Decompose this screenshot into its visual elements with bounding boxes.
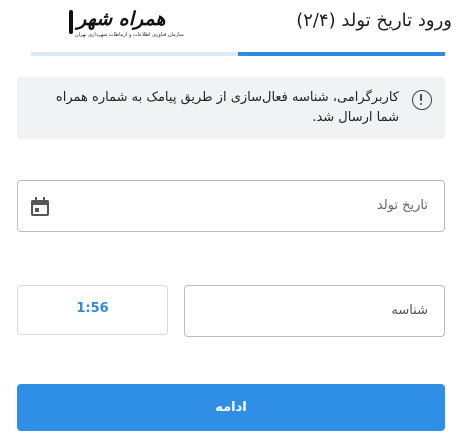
- app-logo: همراه شهر سازمان فناوری اطلاعات و ارتباط…: [33, 6, 184, 44]
- alert-message: کاربرگرامی، شناسه فعال‌سازی از طریق پیام…: [55, 90, 399, 125]
- birthdate-field[interactable]: تاریخ تولد: [17, 180, 445, 232]
- step-progress-bar: [31, 52, 445, 56]
- activation-code-field[interactable]: شناسه: [184, 285, 445, 337]
- logo-subtext: سازمان فناوری اطلاعات و ارتباطات شهرداری…: [75, 32, 184, 38]
- step-progress-fill: [238, 52, 445, 56]
- header: همراه شهر سازمان فناوری اطلاعات و ارتباط…: [0, 0, 471, 50]
- countdown-timer: 1:56: [76, 301, 109, 316]
- resend-timer: 1:56: [17, 285, 168, 335]
- calendar-icon[interactable]: [31, 197, 49, 216]
- info-icon: [412, 90, 432, 110]
- continue-button[interactable]: ادامه: [17, 384, 445, 431]
- activation-code-placeholder: شناسه: [391, 303, 428, 318]
- info-alert: کاربرگرامی، شناسه فعال‌سازی از طریق پیام…: [17, 77, 445, 139]
- birthdate-placeholder: تاریخ تولد: [376, 198, 428, 213]
- logo-mark-icon: [69, 10, 73, 34]
- page-title: ورود تاریخ تولد (۲/۴): [296, 10, 452, 31]
- logo-text: همراه شهر: [77, 8, 166, 30]
